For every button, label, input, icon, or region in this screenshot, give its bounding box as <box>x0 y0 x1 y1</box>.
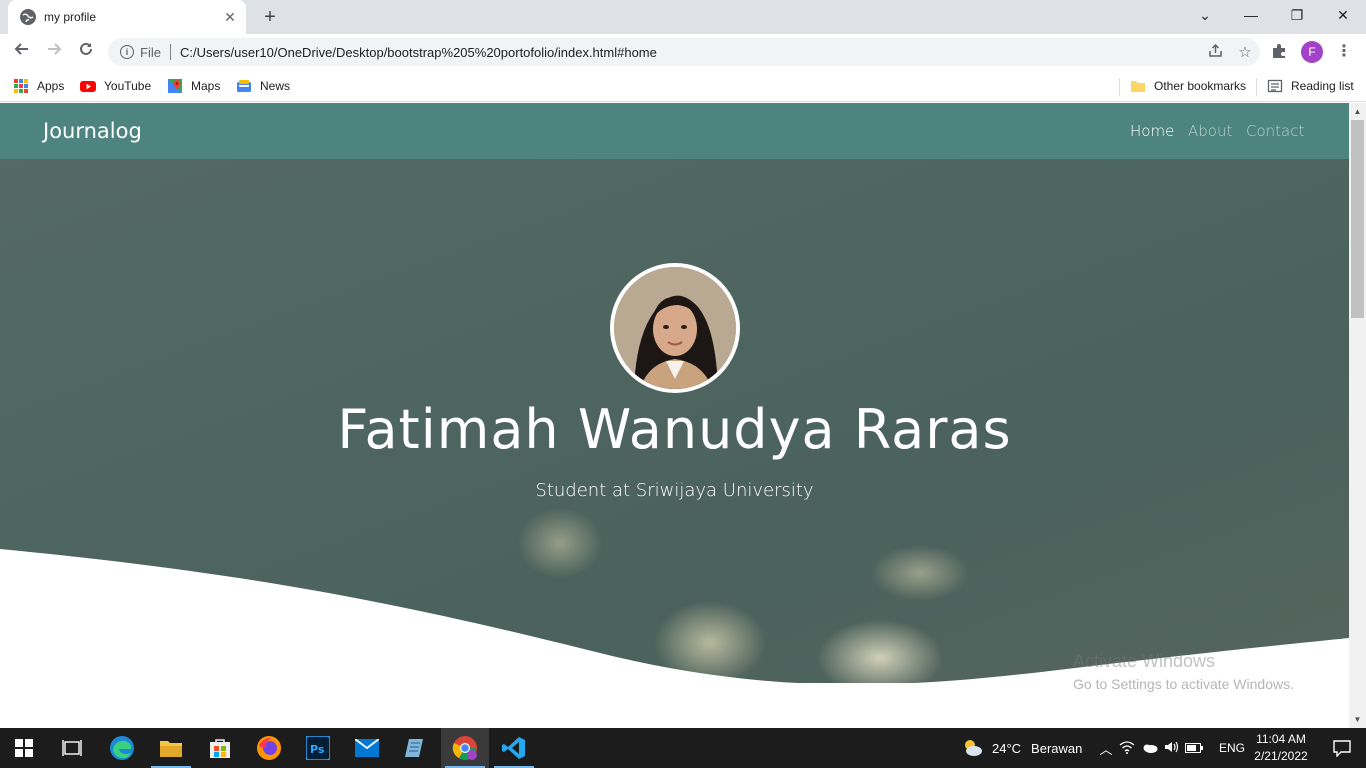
news-icon <box>236 78 252 94</box>
mail-icon[interactable] <box>343 728 391 768</box>
battery-icon[interactable] <box>1183 741 1205 756</box>
browser-toolbar: i File C:/Users/user10/OneDrive/Desktop/… <box>0 34 1366 70</box>
clock-date: 2/21/2022 <box>1254 749 1308 763</box>
vscode-icon[interactable] <box>490 728 538 768</box>
activation-watermark-title: Activate Windows <box>1073 651 1216 671</box>
bookmark-label: Other bookmarks <box>1154 79 1247 93</box>
youtube-icon <box>80 78 96 94</box>
info-icon[interactable]: i <box>120 45 134 59</box>
nav-about[interactable]: About <box>1188 122 1232 140</box>
reload-button[interactable] <box>74 40 98 64</box>
language-label: ENG <box>1219 741 1246 755</box>
bookmarks-divider <box>1256 78 1257 96</box>
firefox-icon[interactable] <box>245 728 293 768</box>
other-bookmarks[interactable]: Other bookmarks <box>1130 76 1246 96</box>
site-brand[interactable]: Journalog <box>43 119 142 143</box>
scroll-up-arrow-icon[interactable]: ▲ <box>1349 103 1366 120</box>
extensions-puzzle-icon[interactable] <box>1269 43 1289 63</box>
nav-contact[interactable]: Contact <box>1246 122 1304 140</box>
site-navbar: Journalog Home About Contact <box>0 103 1349 159</box>
apps-grid-icon <box>14 79 28 93</box>
hero-subtitle: Student at Sriwijaya University <box>535 480 814 501</box>
scroll-down-arrow-icon[interactable]: ▼ <box>1349 711 1366 728</box>
bookmark-youtube[interactable]: YouTube <box>80 76 151 96</box>
globe-icon <box>20 9 36 25</box>
windows-taskbar: Ps 24°C Berawan ︿ ENG 11:04 AM 2/21/2022 <box>0 728 1366 768</box>
share-icon[interactable] <box>1200 43 1230 62</box>
browser-tab[interactable]: my profile ✕ <box>8 0 246 34</box>
bookmark-maps[interactable]: Maps <box>167 76 220 96</box>
photoshop-icon[interactable]: Ps <box>294 728 342 768</box>
input-language-indicator[interactable]: ENG <box>1219 728 1245 768</box>
onedrive-cloud-icon[interactable] <box>1139 741 1161 756</box>
svg-text:Ps: Ps <box>310 743 325 756</box>
partly-cloudy-icon <box>960 737 984 760</box>
profile-photo <box>610 263 740 393</box>
back-button[interactable] <box>10 40 34 64</box>
nav-home[interactable]: Home <box>1130 122 1174 140</box>
forward-button[interactable] <box>42 40 66 64</box>
bookmark-label: Apps <box>37 79 65 93</box>
page-scrollbar[interactable]: ▲ ▼ <box>1349 103 1366 728</box>
url-text[interactable]: C:/Users/user10/OneDrive/Desktop/bootstr… <box>180 45 1200 60</box>
volume-speaker-icon[interactable] <box>1161 740 1183 757</box>
reading-list-icon <box>1267 78 1283 94</box>
profile-avatar[interactable]: F <box>1301 41 1323 63</box>
hero-name: Fatimah Wanudya Raras <box>337 398 1012 461</box>
windows-logo-icon <box>15 739 33 757</box>
maps-icon <box>167 78 183 94</box>
close-window-button[interactable]: ✕ <box>1329 4 1357 26</box>
weather-temperature: 24°C <box>992 740 1022 756</box>
taskbar-clock[interactable]: 11:04 AM 2/21/2022 <box>1250 731 1312 765</box>
wifi-icon[interactable] <box>1115 740 1139 757</box>
bookmark-apps[interactable]: Apps <box>14 76 64 96</box>
show-hidden-icons-chevron-icon[interactable]: ︿ <box>1097 739 1115 758</box>
bookmarks-divider <box>1119 78 1120 96</box>
bookmarks-bar: Apps YouTube Maps News Other bookmarks R… <box>0 70 1366 102</box>
bookmark-label: YouTube <box>104 79 152 93</box>
reload-icon <box>80 42 92 55</box>
chrome-icon[interactable] <box>441 728 489 768</box>
new-tab-button[interactable]: + <box>258 6 282 28</box>
bookmark-label: Reading list <box>1291 79 1354 93</box>
start-button[interactable] <box>0 728 48 768</box>
file-explorer-icon[interactable] <box>147 728 195 768</box>
tab-close-icon[interactable]: ✕ <box>222 9 238 26</box>
arrow-left-icon <box>14 43 28 55</box>
activation-watermark-subtitle: Go to Settings to activate Windows. <box>1073 676 1294 692</box>
wave-divider <box>0 549 1349 728</box>
microsoft-store-icon[interactable] <box>196 728 244 768</box>
tab-strip: my profile ✕ + ⌄ — ❐ ✕ <box>0 0 1366 34</box>
arrow-right-icon <box>48 43 62 55</box>
tab-title: my profile <box>44 10 97 24</box>
bookmark-label: Maps <box>191 79 221 93</box>
weather-description: Berawan <box>1031 740 1083 756</box>
restore-button[interactable]: ❐ <box>1283 4 1311 26</box>
tab-search-icon[interactable]: ⌄ <box>1191 4 1219 26</box>
scroll-thumb[interactable] <box>1351 120 1364 318</box>
system-tray: ︿ <box>1097 728 1217 768</box>
page-viewport: Journalog Home About Contact Fatimah Wan… <box>0 103 1349 728</box>
reading-list[interactable]: Reading list <box>1267 76 1354 96</box>
notification-center-icon[interactable] <box>1318 728 1366 768</box>
omnibox-divider <box>169 44 171 60</box>
bookmark-news[interactable]: News <box>236 76 290 96</box>
scheme-label: File <box>140 44 161 60</box>
notepad-app-icon[interactable] <box>392 728 440 768</box>
kebab-menu-icon[interactable]: ⋮ <box>1336 40 1352 64</box>
minimize-button[interactable]: — <box>1237 4 1265 26</box>
clock-time: 11:04 AM <box>1256 732 1306 746</box>
weather-widget[interactable]: 24°C Berawan <box>960 728 1082 768</box>
bookmark-label: News <box>260 79 291 93</box>
folder-icon <box>1130 78 1146 94</box>
address-bar[interactable]: i File C:/Users/user10/OneDrive/Desktop/… <box>108 38 1260 66</box>
bookmark-star-icon[interactable]: ☆ <box>1230 43 1260 61</box>
task-view-icon[interactable] <box>48 728 96 768</box>
edge-icon[interactable] <box>98 728 146 768</box>
